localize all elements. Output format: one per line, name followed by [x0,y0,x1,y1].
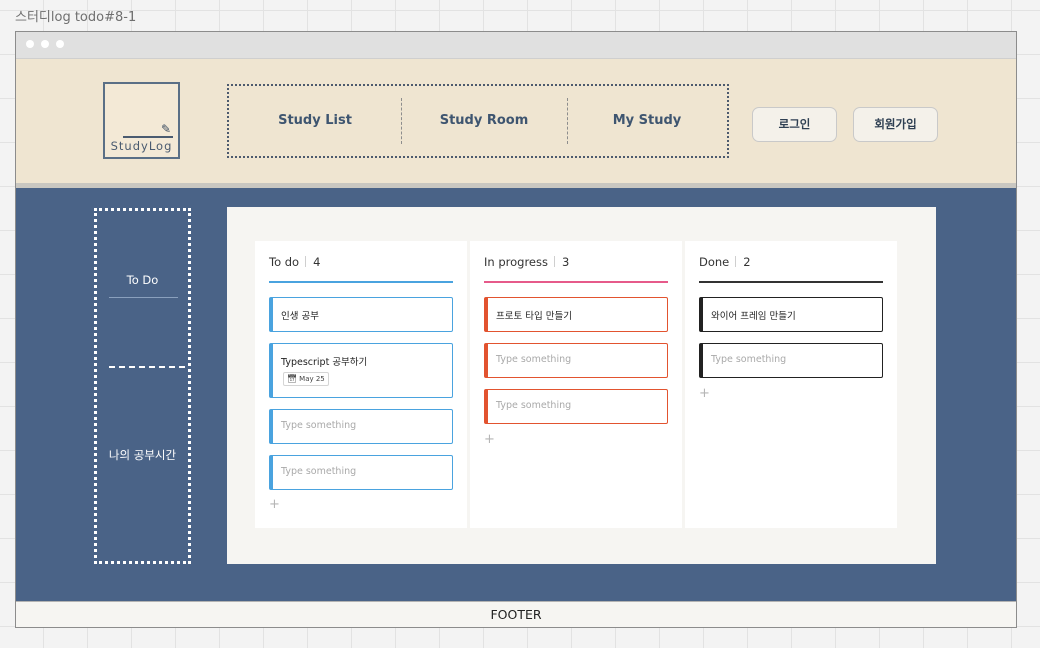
task-title: 와이어 프레임 만들기 [711,311,796,322]
task-card[interactable]: 와이어 프레임 만들기 [699,297,883,332]
studylog-logo[interactable]: ✎ StudyLog [103,82,180,159]
task-card-placeholder[interactable]: Type something [269,409,453,444]
nav-study-room[interactable]: Study Room [401,86,567,156]
column-title: In progress [484,255,548,269]
column-header-separator [553,256,555,267]
column-header: Done 2 [699,255,751,269]
nav-study-list[interactable]: Study List [229,86,401,156]
signup-button[interactable]: 회원가입 [853,107,938,142]
task-placeholder: Type something [496,400,572,411]
task-title: 인생 공부 [281,311,319,322]
task-card-placeholder[interactable]: Type something [484,343,668,378]
sidebar-dashed-divider [109,366,185,368]
add-card-icon[interactable]: + [484,432,495,447]
browser-window: ✎ StudyLog Study List Study Room My Stud… [15,31,1017,628]
task-card[interactable]: Typescript 공부하기 📅︎ May 25 [269,343,453,398]
column-count: 3 [561,255,570,269]
window-minimize-dot[interactable] [41,40,49,48]
column-header-separator [305,256,307,267]
frame-title: 스터디log todo#8-1 [15,10,137,25]
add-card-icon[interactable]: + [699,386,710,401]
logo-text: StudyLog [110,139,173,153]
task-card[interactable]: 인생 공부 [269,297,453,332]
column-in-progress: In progress 3 프로토 타입 만들기 Type something T… [470,241,682,528]
main-nav: Study List Study Room My Study [227,84,729,158]
task-card[interactable]: 프로토 타입 만들기 [484,297,668,332]
column-underline [484,281,668,283]
task-card-placeholder[interactable]: Type something [269,455,453,490]
column-header: In progress 3 [484,255,569,269]
column-underline [699,281,883,283]
task-card-placeholder[interactable]: Type something [484,389,668,424]
column-underline [269,281,453,283]
add-card-icon[interactable]: + [269,497,280,512]
pen-icon: ✎ [161,122,172,136]
column-done: Done 2 와이어 프레임 만들기 Type something + [685,241,897,528]
task-placeholder: Type something [281,466,357,477]
calendar-icon: 📅︎ [287,374,298,383]
task-title: Typescript 공부하기 [281,357,368,368]
task-placeholder: Type something [711,354,787,365]
column-header-separator [735,256,737,267]
site-header: ✎ StudyLog Study List Study Room My Stud… [16,59,1016,183]
column-count: 2 [743,255,751,269]
column-header: To do 4 [269,255,320,269]
site-footer: FOOTER [16,601,1016,627]
task-card-placeholder[interactable]: Type something [699,343,883,378]
window-titlebar [16,32,1016,59]
sidebar-item-todo[interactable]: To Do [97,273,188,287]
column-title: Done [699,255,730,269]
task-placeholder: Type something [281,420,357,431]
sidebar: To Do 나의 공부시간 [94,208,191,564]
window-close-dot[interactable] [26,40,34,48]
sidebar-item-study-time[interactable]: 나의 공부시간 [97,447,188,463]
due-date-badge[interactable]: 📅︎ May 25 [283,372,329,386]
column-count: 4 [313,255,321,269]
nav-my-study[interactable]: My Study [567,86,727,156]
column-todo: To do 4 인생 공부 Typescript 공부하기 📅︎ May 25 Ty… [255,241,467,528]
column-title: To do [269,255,300,269]
header-divider [16,183,1016,188]
task-title: 프로토 타입 만들기 [496,311,572,322]
task-placeholder: Type something [496,354,572,365]
kanban-board: To do 4 인생 공부 Typescript 공부하기 📅︎ May 25 Ty… [227,207,936,564]
logo-underline [123,136,173,138]
window-maximize-dot[interactable] [56,40,64,48]
sidebar-divider [109,297,178,298]
login-button[interactable]: 로그인 [752,107,837,142]
due-date: May 25 [299,375,325,383]
